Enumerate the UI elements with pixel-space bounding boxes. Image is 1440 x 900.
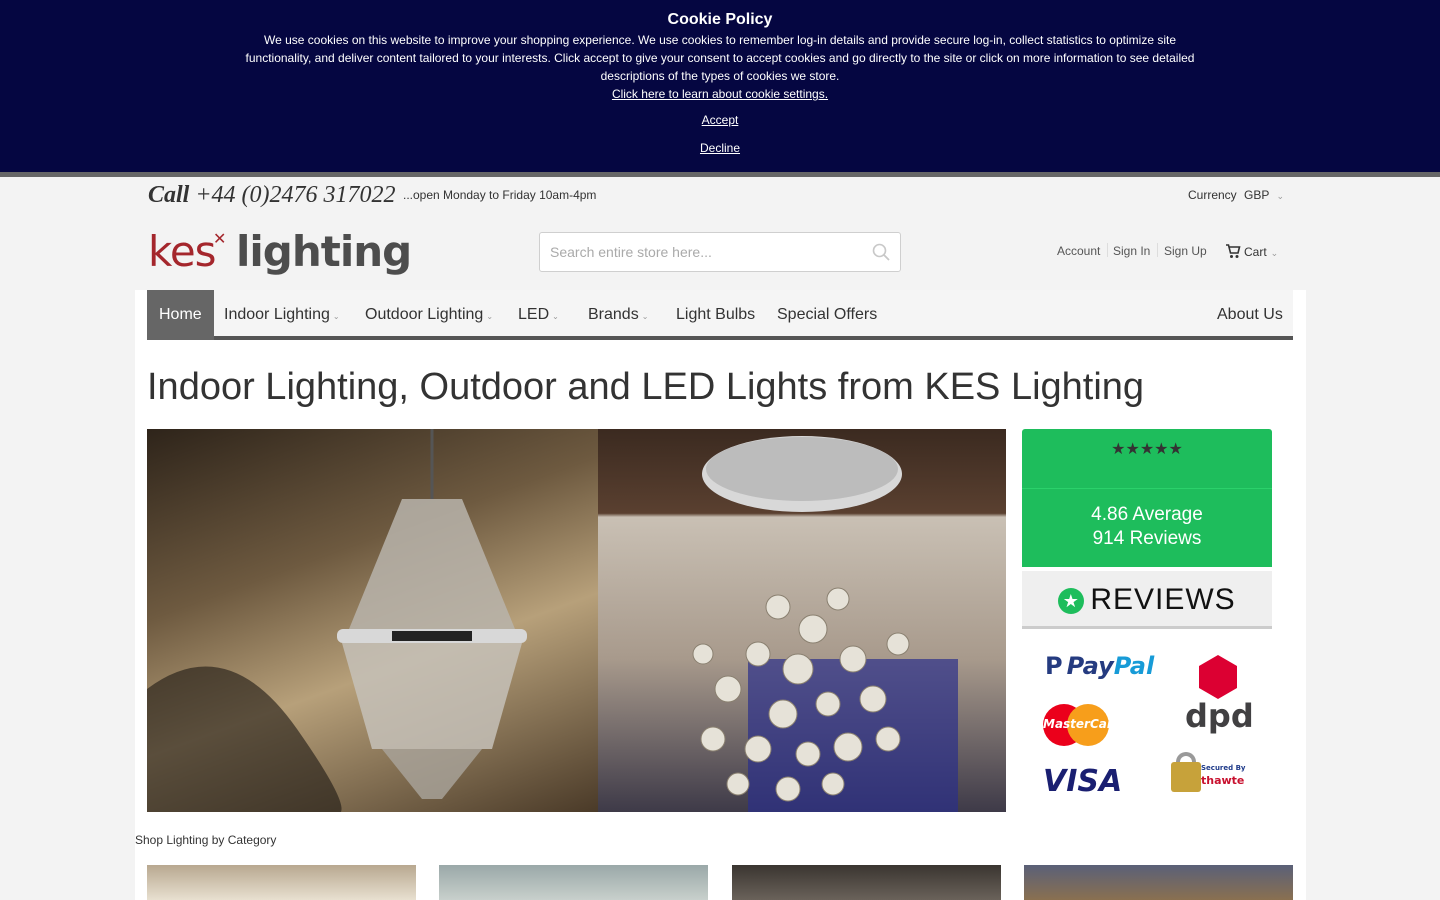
paypal-logo: P PayPal [1045, 652, 1154, 680]
padlock-icon [1171, 762, 1201, 792]
nav-home-label: Home [159, 306, 202, 323]
nav-offers-label: Special Offers [777, 306, 878, 323]
logo-kes: kes [148, 227, 217, 276]
visa-logo: VISA [1043, 764, 1123, 799]
reviews-brand-badge: ★ REVIEWS [1022, 571, 1272, 629]
cookie-decline-link[interactable]: Decline [0, 139, 1440, 157]
star-rating-icon: ★★★★★ [1022, 429, 1272, 489]
dpd-cube-icon [1199, 655, 1237, 699]
page-container: Call +44 (0)2476 317022 ...open Monday t… [135, 177, 1306, 900]
divider [1107, 243, 1108, 257]
divider [1157, 243, 1158, 257]
reviews-average: 4.86 Average [1091, 504, 1203, 525]
nav-outdoor-lighting[interactable]: Outdoor Lighting ⌄ [365, 290, 493, 340]
search-input[interactable] [540, 233, 860, 271]
chevron-down-icon: ⌄ [552, 312, 559, 321]
nav-light-bulbs[interactable]: Light Bulbs [676, 290, 755, 340]
reviews-brand-label: REVIEWS [1090, 583, 1236, 616]
chevron-down-icon: ⌄ [486, 312, 494, 321]
paypal-icon: P [1045, 652, 1063, 680]
thawte-secured-by: Secured By [1201, 764, 1246, 772]
nav-about-label: About Us [1217, 306, 1283, 323]
reviews-widget[interactable]: ★★★★★ 4.86 Average 914 Reviews ★ REVIEWS [1022, 429, 1272, 629]
nav-led[interactable]: LED ⌄ [518, 290, 559, 340]
category-section-title: Shop Lighting by Category [135, 833, 277, 847]
currency-value: GBP [1244, 188, 1270, 202]
hero-image-chandelier [147, 429, 598, 812]
nav-brands-label: Brands [588, 306, 639, 323]
nav-special-offers[interactable]: Special Offers [777, 290, 877, 340]
crystal-chandelier-illustration [147, 429, 527, 812]
sign-up-link[interactable]: Sign Up [1164, 244, 1207, 258]
currency-switcher[interactable]: Currency GBP ⌄ [1188, 188, 1284, 202]
page-title: Indoor Lighting, Outdoor and LED Lights … [147, 366, 1145, 408]
nav-bulbs-label: Light Bulbs [676, 306, 756, 323]
nav-outdoor-label: Outdoor Lighting [365, 306, 484, 323]
thawte-text: thawte [1201, 774, 1245, 787]
phone-number: +44 (0)2476 317022 [195, 182, 396, 208]
search-icon[interactable] [872, 243, 890, 261]
cookie-message-text: We use cookies on this website to improv… [245, 33, 1195, 83]
logo-lighting: lighting [236, 227, 412, 276]
dpd-logo: dpd [1185, 655, 1254, 735]
thawte-seal: Secured By thawte [1167, 752, 1259, 798]
currency-label: Currency [1188, 188, 1237, 202]
chevron-down-icon: ⌄ [332, 312, 340, 321]
paypal-text-a: Pay [1066, 652, 1114, 680]
category-thumbnail[interactable] [147, 865, 416, 900]
cart-button[interactable]: Cart ⌄ [1225, 244, 1278, 259]
cookie-title: Cookie Policy [667, 11, 773, 28]
opening-hours: ...open Monday to Friday 10am-4pm [403, 188, 597, 202]
hero-banner[interactable] [147, 429, 1006, 812]
nav-about-us[interactable]: About Us [1217, 290, 1283, 340]
cookie-accept-link[interactable]: Accept [0, 111, 1440, 129]
dpd-text: dpd [1185, 697, 1254, 735]
reviews-count: 914 Reviews [1092, 528, 1202, 549]
search-bar [539, 232, 901, 272]
sign-in-link[interactable]: Sign In [1113, 244, 1150, 258]
phone-callout: Call +44 (0)2476 317022 [148, 181, 396, 209]
pendant-spheres-illustration [692, 436, 958, 812]
cart-label: Cart [1244, 245, 1267, 259]
cookie-banner: Cookie Policy We use cookies on this web… [0, 0, 1440, 172]
nav-brands[interactable]: Brands ⌄ [588, 290, 648, 340]
nav-indoor-label: Indoor Lighting [224, 306, 330, 323]
cookie-message: We use cookies on this website to improv… [245, 31, 1195, 103]
nav-home[interactable]: Home [147, 290, 214, 340]
category-thumbnail[interactable] [1024, 865, 1293, 900]
site-logo[interactable]: kes ✕ lighting [148, 227, 412, 277]
chevron-down-icon: ⌄ [1270, 248, 1279, 258]
reviews-score-panel: ★★★★★ 4.86 Average 914 Reviews [1022, 429, 1272, 567]
category-thumbnail[interactable] [732, 865, 1001, 900]
cart-icon [1226, 244, 1241, 258]
cookie-settings-link[interactable]: Click here to learn about cookie setting… [245, 85, 1195, 103]
chevron-down-icon: ⌄ [1276, 191, 1285, 201]
main-navigation: Home Indoor Lighting ⌄ Outdoor Lighting ⌄ … [147, 290, 1293, 340]
hero-image-pendant [598, 429, 1006, 812]
star-badge-icon: ★ [1058, 588, 1085, 614]
logo-star-icon: ✕ [213, 231, 227, 248]
account-link[interactable]: Account [1057, 244, 1100, 258]
paypal-text-b: Pal [1113, 652, 1155, 680]
mastercard-text: MasterCard [1043, 717, 1122, 731]
call-prefix: Call [148, 182, 190, 208]
nav-indoor-lighting[interactable]: Indoor Lighting ⌄ [224, 290, 340, 340]
nav-led-label: LED [518, 306, 550, 323]
category-thumbnail[interactable] [439, 865, 708, 900]
mastercard-logo: MasterCard [1043, 704, 1122, 746]
chevron-down-icon: ⌄ [641, 312, 649, 321]
